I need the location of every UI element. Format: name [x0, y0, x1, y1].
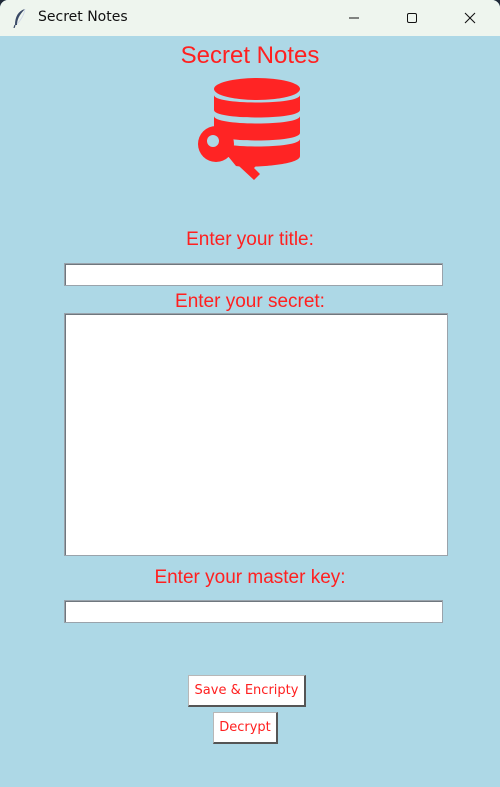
maximize-icon: [407, 13, 417, 23]
close-icon: [464, 12, 476, 24]
feather-icon: [12, 8, 28, 29]
minimize-icon: [349, 17, 359, 19]
title-bar[interactable]: Secret Notes: [0, 0, 500, 36]
close-button[interactable]: [447, 0, 493, 36]
app-heading: Secret Notes: [180, 42, 320, 69]
secret-textarea[interactable]: [64, 313, 448, 556]
minimize-button[interactable]: [331, 0, 377, 36]
window-title: Secret Notes: [38, 9, 128, 25]
secret-label: Enter your secret:: [175, 291, 325, 312]
title-input[interactable]: [64, 263, 443, 286]
title-label: Enter your title:: [186, 229, 314, 250]
maximize-button[interactable]: [389, 0, 435, 36]
database-key-icon: [196, 76, 306, 186]
master-key-input[interactable]: [64, 600, 443, 623]
master-key-label: Enter your master key:: [154, 567, 346, 588]
decrypt-button[interactable]: Decrypt: [213, 712, 278, 744]
save-encrypt-button[interactable]: Save & Encripty: [188, 675, 306, 707]
app-window: Secret Notes Secret Notes Enter your tit…: [0, 0, 500, 787]
